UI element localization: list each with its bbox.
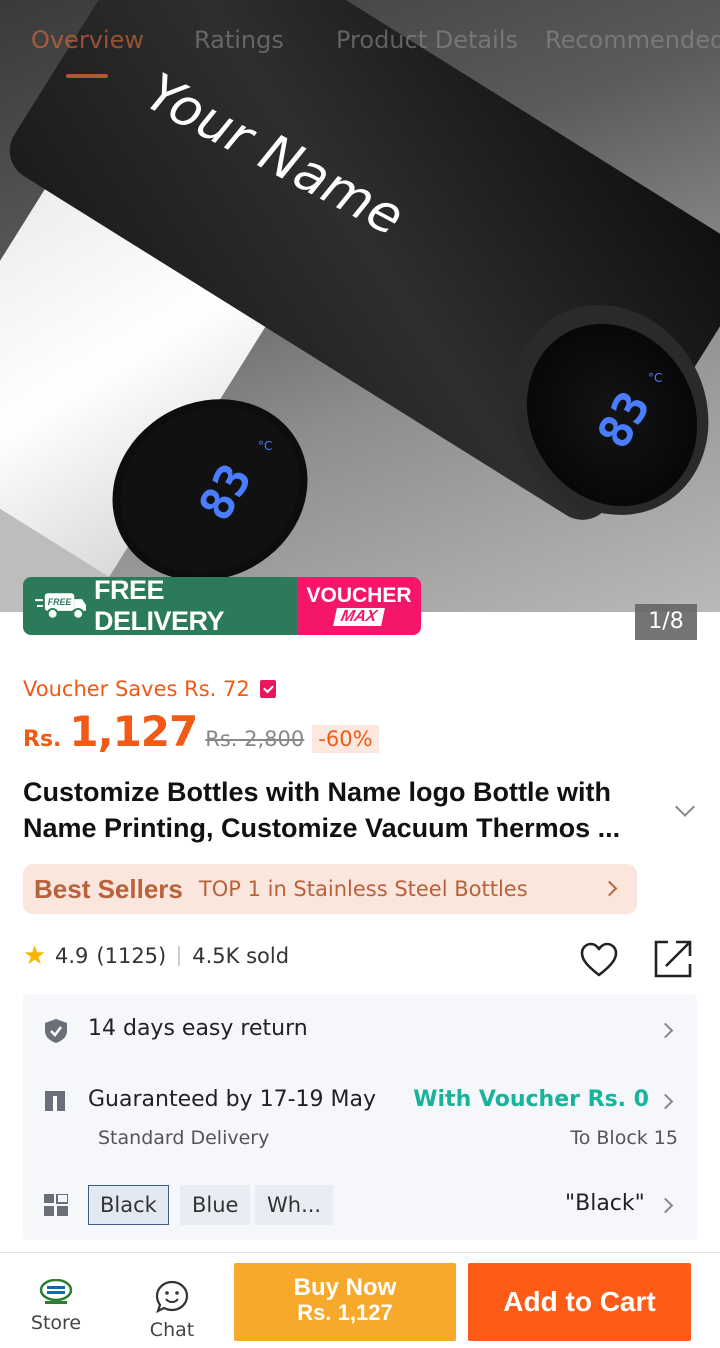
- tab-recommended[interactable]: Recommended: [545, 26, 720, 54]
- return-policy-row[interactable]: 14 days easy return: [23, 994, 697, 1064]
- sold-count: 4.5K sold: [192, 944, 290, 968]
- package-icon: [45, 1091, 65, 1111]
- share-icon[interactable]: [652, 938, 694, 980]
- rating-score: 4.9: [55, 944, 89, 968]
- chevron-right-icon: [657, 1197, 674, 1214]
- tab-product-details[interactable]: Product Details: [336, 26, 518, 54]
- delivery-date: Guaranteed by 17-19 May: [88, 1087, 376, 1112]
- image-counter: 1/8: [635, 604, 697, 640]
- service-info-box: 14 days easy return Guaranteed by 17-19 …: [23, 994, 697, 1240]
- free-delivery-badge: FREE FREE DELIVERY: [23, 577, 297, 635]
- best-sellers-banner[interactable]: Best Sellers TOP 1 in Stainless Steel Bo…: [23, 864, 637, 914]
- svg-text:°C: °C: [258, 439, 272, 453]
- chat-button[interactable]: Chat: [132, 1253, 212, 1341]
- return-text: 14 days easy return: [88, 1016, 308, 1041]
- delivery-truck-icon: FREE: [35, 593, 86, 620]
- store-logo-icon: [39, 1278, 73, 1304]
- star-icon: ★: [23, 941, 47, 971]
- section-tab-bar: Overview Ratings Product Details Recomme…: [0, 0, 720, 80]
- tab-ratings[interactable]: Ratings: [194, 26, 284, 54]
- variant-option-white[interactable]: Wh...: [255, 1185, 334, 1225]
- chat-icon: [155, 1280, 189, 1314]
- voucher-check-icon: [259, 680, 276, 698]
- svg-text:°C: °C: [648, 371, 662, 385]
- voucher-max-badge: VOUCHER MAX: [297, 577, 421, 635]
- promo-badge: FREE FREE DELIVERY VOUCHER MAX: [23, 577, 421, 635]
- product-title: Customize Bottles with Name logo Bottle …: [23, 777, 621, 843]
- tab-overview[interactable]: Overview: [31, 26, 144, 54]
- original-price: Rs. 2,800: [205, 727, 305, 751]
- buy-now-button[interactable]: Buy Now Rs. 1,127: [234, 1263, 456, 1341]
- divider: [178, 946, 181, 966]
- chevron-right-icon: [657, 1093, 674, 1110]
- expand-title-chevron-icon[interactable]: [675, 797, 695, 817]
- store-button[interactable]: Store: [16, 1253, 96, 1334]
- selected-variant[interactable]: "Black": [565, 1191, 645, 1216]
- product-image-carousel[interactable]: 83 °C 83 °C Your Name Overview Ratings P…: [0, 0, 720, 612]
- active-tab-indicator: [66, 74, 108, 78]
- buy-now-label: Buy Now: [293, 1274, 397, 1301]
- chat-label: Chat: [149, 1319, 195, 1341]
- chevron-right-icon: [601, 880, 618, 897]
- variant-option-blue[interactable]: Blue: [180, 1185, 251, 1225]
- store-label: Store: [30, 1312, 82, 1334]
- rating-row[interactable]: ★ 4.9 (1125) 4.5K sold: [23, 941, 290, 971]
- price-currency: Rs.: [23, 727, 62, 752]
- price-row: Rs. 1,127 Rs. 2,800 -60%: [23, 707, 379, 756]
- current-price: 1,127: [69, 707, 198, 756]
- delivery-row[interactable]: Guaranteed by 17-19 May Standard Deliver…: [23, 1072, 697, 1162]
- bottom-action-bar: Store Chat Buy Now Rs. 1,127 Add to Cart: [0, 1252, 720, 1348]
- voucher-saves[interactable]: Voucher Saves Rs. 72: [23, 677, 276, 701]
- add-to-cart-button[interactable]: Add to Cart: [468, 1263, 691, 1341]
- chevron-right-icon: [657, 1022, 674, 1039]
- best-sellers-label: Best Sellers: [34, 873, 183, 904]
- discount-badge: -60%: [312, 725, 379, 753]
- shield-check-icon: [45, 1019, 67, 1043]
- delivery-location: To Block 15: [570, 1127, 678, 1149]
- best-sellers-text: TOP 1 in Stainless Steel Bottles: [198, 877, 528, 901]
- variant-option-black[interactable]: Black: [88, 1185, 169, 1225]
- rating-count: (1125): [96, 944, 167, 968]
- voucher-shipping: With Voucher Rs. 0: [413, 1087, 649, 1112]
- product-photo: 83 °C 83 °C Your Name: [0, 0, 720, 612]
- buy-now-price: Rs. 1,127: [297, 1300, 393, 1325]
- variant-grid-icon: [44, 1194, 68, 1216]
- delivery-method: Standard Delivery: [98, 1127, 270, 1149]
- svg-text:FREE: FREE: [48, 597, 73, 607]
- wishlist-heart-icon[interactable]: [580, 942, 618, 978]
- free-delivery-label: FREE DELIVERY: [93, 577, 225, 635]
